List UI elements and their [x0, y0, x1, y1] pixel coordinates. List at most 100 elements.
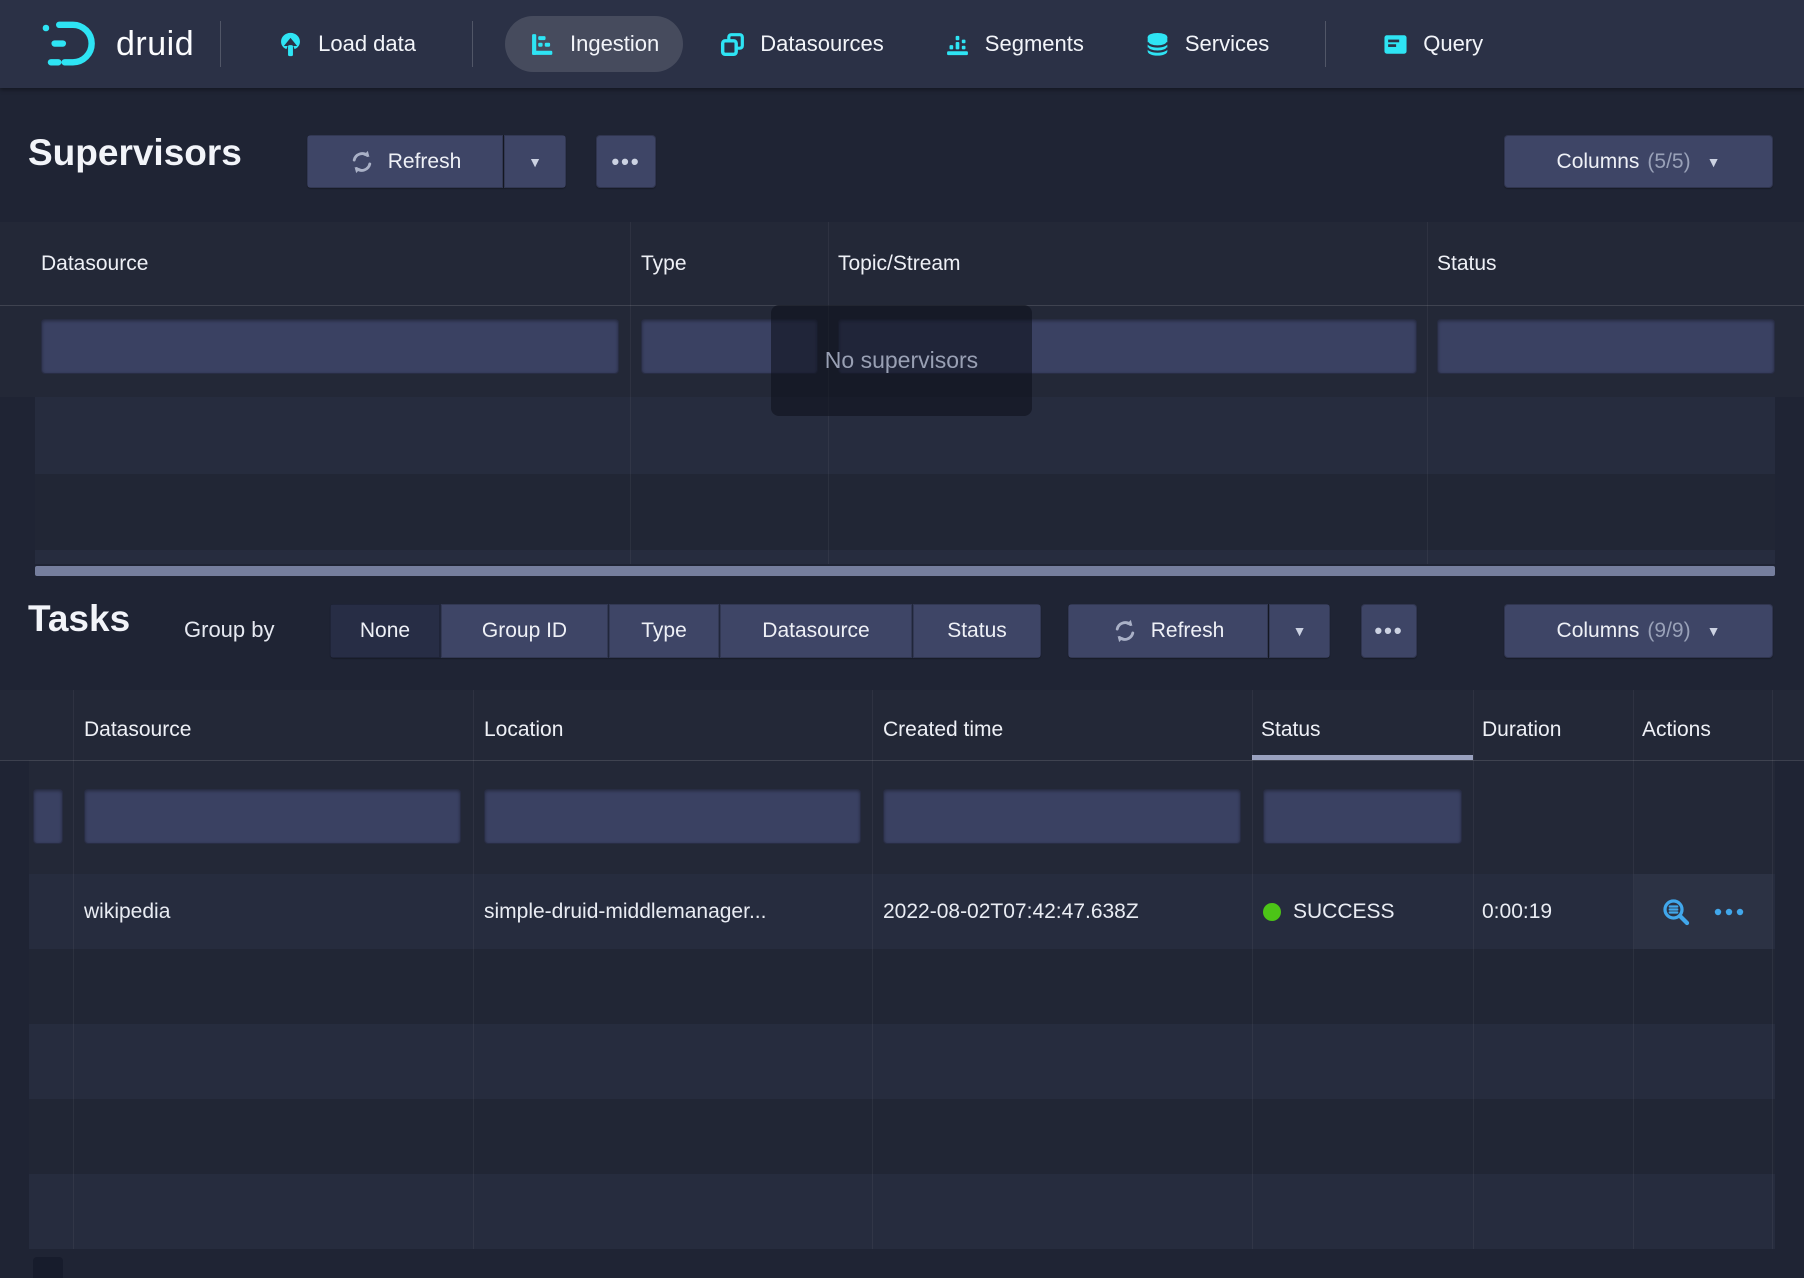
- table-row: [35, 550, 1775, 564]
- cell-status: SUCCESS: [1263, 874, 1395, 949]
- nav-divider: [472, 21, 473, 67]
- nav-divider: [220, 21, 221, 67]
- columns-count: (5/5): [1647, 150, 1690, 174]
- supervisors-refresh-button[interactable]: Refresh: [307, 135, 503, 188]
- filter-first-col-input[interactable]: [33, 789, 63, 844]
- nav-query[interactable]: Query: [1358, 16, 1507, 72]
- col-header-location[interactable]: Location: [484, 718, 563, 742]
- column-border: [73, 690, 74, 1249]
- group-by-datasource-button[interactable]: Datasource: [720, 604, 912, 658]
- chevron-down-icon: ▼: [528, 155, 542, 169]
- filter-created-time-input[interactable]: [883, 789, 1241, 844]
- supervisors-more-button[interactable]: •••: [596, 135, 656, 188]
- table-row: [29, 1174, 1775, 1249]
- more-icon: •••: [611, 149, 640, 175]
- col-header-status[interactable]: Status: [1261, 718, 1321, 742]
- supervisors-refresh-group: Refresh ▼: [307, 135, 566, 188]
- column-border: [872, 690, 873, 1249]
- col-header-datasource[interactable]: Datasource: [41, 252, 148, 276]
- col-header-actions[interactable]: Actions: [1642, 718, 1711, 742]
- column-border: [1633, 690, 1634, 1249]
- nav-services[interactable]: Services: [1120, 16, 1293, 72]
- ingestion-icon: [529, 31, 556, 58]
- filter-datasource-input[interactable]: [41, 319, 619, 374]
- supervisors-title: Supervisors: [28, 132, 242, 174]
- group-by-none-button[interactable]: None: [330, 604, 440, 658]
- cell-location: simple-druid-middlemanager...: [484, 874, 766, 949]
- tasks-refresh-group: Refresh ▼: [1068, 604, 1330, 658]
- supervisors-table: Datasource Type Topic/Stream Status No s…: [0, 222, 1804, 576]
- nav-load-data[interactable]: Load data: [253, 16, 440, 72]
- datasources-icon: [719, 31, 746, 58]
- nav-divider: [1325, 21, 1326, 67]
- nav-datasources[interactable]: Datasources: [695, 16, 908, 72]
- group-by-label: Group by: [184, 617, 275, 643]
- tasks-refresh-button[interactable]: Refresh: [1068, 604, 1268, 658]
- columns-label: Columns: [1557, 150, 1640, 174]
- filter-datasource-input[interactable]: [84, 789, 461, 844]
- col-header-created-time[interactable]: Created time: [883, 718, 1003, 742]
- tasks-columns-button[interactable]: Columns (9/9) ▼: [1504, 604, 1773, 658]
- nav-segments[interactable]: Segments: [920, 16, 1108, 72]
- group-by-group-id-button[interactable]: Group ID: [441, 604, 608, 658]
- group-by-status-button[interactable]: Status: [913, 604, 1041, 658]
- nav-label: Services: [1185, 31, 1269, 57]
- druid-logo[interactable]: druid: [40, 15, 194, 73]
- query-icon: [1382, 31, 1409, 58]
- druid-console: druid Load data: [0, 0, 1804, 1278]
- nav-label: Segments: [985, 31, 1084, 57]
- nav-label: Query: [1423, 31, 1483, 57]
- column-border: [1473, 690, 1474, 1249]
- refresh-icon: [1112, 618, 1138, 644]
- supervisors-refresh-caret-button[interactable]: ▼: [504, 135, 566, 188]
- table-row: [29, 949, 1775, 1024]
- table-row: [29, 1024, 1775, 1099]
- cutoff-filter-input[interactable]: [33, 1257, 63, 1278]
- nav-label: Datasources: [760, 31, 884, 57]
- columns-count: (9/9): [1647, 619, 1690, 643]
- nav-label: Load data: [318, 31, 416, 57]
- column-border: [630, 222, 631, 564]
- header-divider: [0, 760, 1804, 761]
- status-text: SUCCESS: [1293, 900, 1395, 924]
- column-border: [1427, 222, 1428, 564]
- filter-status-input[interactable]: [1437, 319, 1775, 374]
- segments-icon: [944, 31, 971, 58]
- group-by-type-button[interactable]: Type: [609, 604, 719, 658]
- no-supervisors-overlay: No supervisors: [771, 305, 1032, 416]
- refresh-icon: [349, 149, 375, 175]
- column-border: [1772, 690, 1773, 1249]
- chevron-down-icon: ▼: [1707, 155, 1721, 169]
- col-header-status[interactable]: Status: [1437, 252, 1497, 276]
- columns-label: Columns: [1557, 619, 1640, 643]
- services-icon: [1144, 31, 1171, 58]
- table-row: [35, 474, 1775, 550]
- success-dot-icon: [1263, 903, 1281, 921]
- col-header-topic-stream[interactable]: Topic/Stream: [838, 252, 961, 276]
- task-detail-magnifier-icon[interactable]: [1661, 897, 1691, 927]
- tasks-title: Tasks: [28, 598, 130, 640]
- filter-status-input[interactable]: [1263, 789, 1462, 844]
- col-header-type[interactable]: Type: [641, 252, 687, 276]
- cell-actions: [1634, 874, 1772, 949]
- refresh-label: Refresh: [1151, 619, 1225, 643]
- refresh-label: Refresh: [388, 150, 462, 174]
- column-border: [473, 690, 474, 1249]
- nav-ingestion[interactable]: Ingestion: [505, 16, 683, 72]
- more-icon: •••: [1374, 618, 1403, 644]
- logo-wordmark: druid: [116, 25, 194, 64]
- tasks-refresh-caret-button[interactable]: ▼: [1269, 604, 1330, 658]
- cell-datasource: wikipedia: [84, 874, 170, 949]
- chevron-down-icon: ▼: [1293, 624, 1307, 638]
- supervisors-columns-button[interactable]: Columns (5/5) ▼: [1504, 135, 1773, 188]
- horizontal-scrollbar[interactable]: [35, 566, 1775, 576]
- cell-created-time: 2022-08-02T07:42:47.638Z: [883, 874, 1139, 949]
- top-nav: druid Load data: [0, 0, 1804, 88]
- chevron-down-icon: ▼: [1707, 624, 1721, 638]
- col-header-duration[interactable]: Duration: [1482, 718, 1561, 742]
- col-header-datasource[interactable]: Datasource: [84, 718, 191, 742]
- filter-location-input[interactable]: [484, 789, 861, 844]
- task-actions-more-icon[interactable]: [1713, 907, 1745, 917]
- upload-icon: [277, 31, 304, 58]
- tasks-more-button[interactable]: •••: [1361, 604, 1417, 658]
